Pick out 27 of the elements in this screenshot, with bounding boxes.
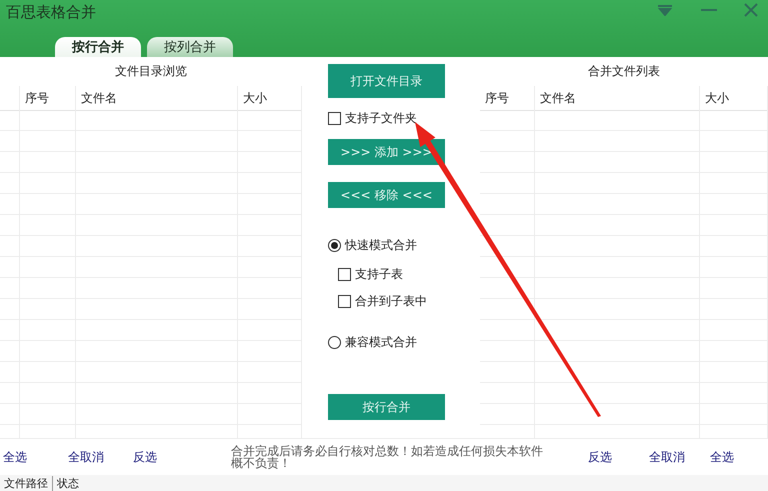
column-header: 序号 [25, 90, 49, 106]
radio-option[interactable]: 兼容模式合并 [328, 334, 417, 351]
select-link[interactable]: 全取消 [646, 448, 707, 466]
select-link[interactable]: 全取消 [65, 448, 130, 466]
column-header: 文件名 [81, 90, 117, 106]
select-link[interactable]: 全选 [0, 448, 65, 466]
radio-option[interactable]: 快速模式合并 [328, 237, 417, 254]
column-header: 状态 [56, 476, 80, 490]
dropdown-icon[interactable] [656, 4, 674, 16]
select-link[interactable]: 全选 [707, 448, 768, 466]
select-link[interactable]: 反选 [130, 448, 195, 466]
checkbox-option[interactable]: 支持子表 [338, 266, 403, 283]
close-icon[interactable] [744, 3, 758, 17]
panel-caption: 合并文件列表 [587, 63, 661, 80]
window-title: 百思表格合并 [6, 3, 96, 22]
column-header: 大小 [243, 90, 267, 106]
column-header: 文件名 [540, 90, 576, 106]
column-header: 序号 [485, 90, 509, 106]
checkbox-option[interactable]: 合并到子表中 [338, 293, 427, 310]
tab[interactable]: 按列合并 [147, 37, 233, 57]
column-header: 大小 [705, 90, 729, 106]
select-link[interactable]: 反选 [585, 448, 646, 466]
warning-notice: 合并完成后请务必自行核对总数！如若造成任何损失本软件概不负责！ [231, 445, 544, 469]
panel-caption: 文件目录浏览 [114, 63, 188, 80]
tab[interactable]: 按行合并 [55, 37, 141, 57]
checkbox-option[interactable]: 支持子文件夹 [328, 110, 417, 127]
column-header: 文件路径 [0, 476, 53, 490]
